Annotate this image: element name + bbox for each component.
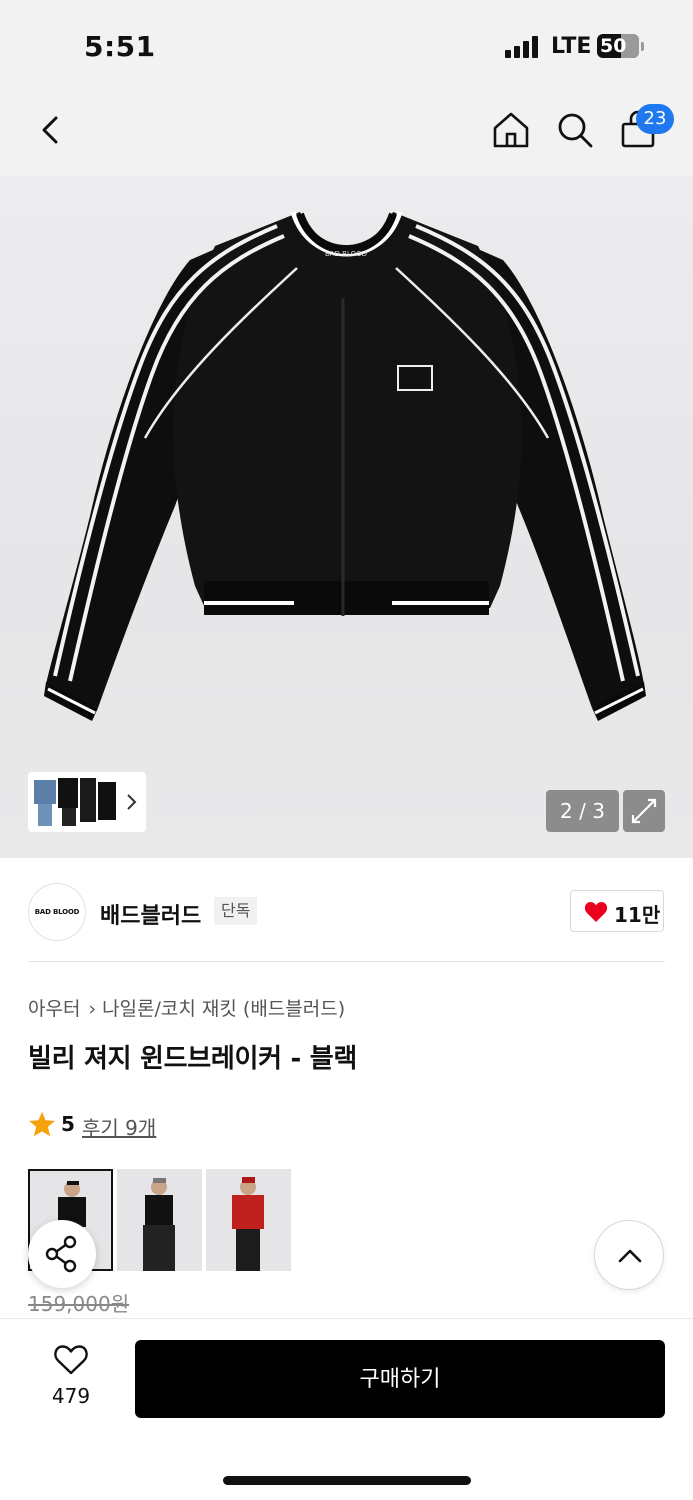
share-button[interactable] [28, 1220, 96, 1288]
top-nav [0, 90, 693, 176]
heart-filled-icon [584, 902, 608, 922]
wishlist-count: 479 [51, 1384, 91, 1408]
signal-icon [505, 36, 541, 58]
home-icon [493, 112, 529, 148]
color-option-black-2[interactable] [117, 1169, 202, 1271]
home-button[interactable] [491, 108, 531, 152]
breadcrumb: 아우터 › 나일론/코치 재킷 (배드블러드) [28, 994, 345, 1021]
back-button[interactable] [32, 108, 72, 152]
jacket-image: BAD BLOOD [44, 211, 646, 721]
network-type: LTE [551, 34, 592, 59]
brand-like-count: 11만 [614, 903, 661, 927]
model-image [117, 1169, 202, 1271]
buy-button[interactable]: 구매하기 [135, 1340, 665, 1418]
star-icon [29, 1111, 55, 1137]
search-icon [558, 113, 593, 148]
breadcrumb-item[interactable]: 아우터 [28, 998, 80, 1020]
chevron-up-icon [618, 1249, 642, 1263]
chevron-right-icon: › [88, 998, 97, 1020]
share-icon [45, 1235, 77, 1273]
expand-image-button[interactable] [623, 790, 665, 832]
chevron-left-icon [42, 116, 58, 144]
search-button[interactable] [555, 108, 595, 152]
scroll-to-top-button[interactable] [594, 1220, 664, 1290]
heart-outline-icon [54, 1345, 88, 1375]
expand-icon [631, 798, 657, 824]
product-title: 빌리 져지 윈드브레이커 - 블랙 [28, 1044, 357, 1074]
color-option-red[interactable] [206, 1169, 291, 1271]
breadcrumb-item[interactable]: 나일론/코치 재킷 (배드블러드) [102, 998, 345, 1020]
model-image [206, 1169, 291, 1271]
home-indicator [223, 1476, 471, 1485]
reviews-link[interactable]: 후기 9개 [82, 1112, 156, 1141]
original-price: 159,000원 [28, 1292, 130, 1316]
rating-score: 5 [61, 1112, 75, 1136]
battery-level: 50 [600, 35, 627, 57]
brand-logo[interactable]: BAD BLOOD [28, 883, 86, 941]
brand-like-button[interactable]: 11만 [570, 890, 664, 932]
cart-count-badge: 23 [636, 104, 674, 134]
battery-icon: 50 [597, 34, 639, 58]
variant-thumbnail-strip[interactable] [28, 772, 146, 832]
image-counter: 2 / 3 [546, 790, 619, 832]
wishlist-button[interactable]: 479 [40, 1340, 102, 1410]
svg-text:BAD BLOOD: BAD BLOOD [325, 250, 367, 258]
status-bar: 5:51 LTE 50 [0, 0, 693, 90]
brand-name[interactable]: 배드블러드 [100, 898, 201, 930]
divider [28, 961, 665, 962]
exclusive-badge: 단독 [214, 897, 258, 925]
status-time: 5:51 [84, 30, 156, 63]
product-image-gallery[interactable]: BAD BLOOD 2 / 3 [0, 176, 693, 858]
chevron-right-icon [127, 794, 137, 810]
battery-cap [641, 42, 644, 51]
